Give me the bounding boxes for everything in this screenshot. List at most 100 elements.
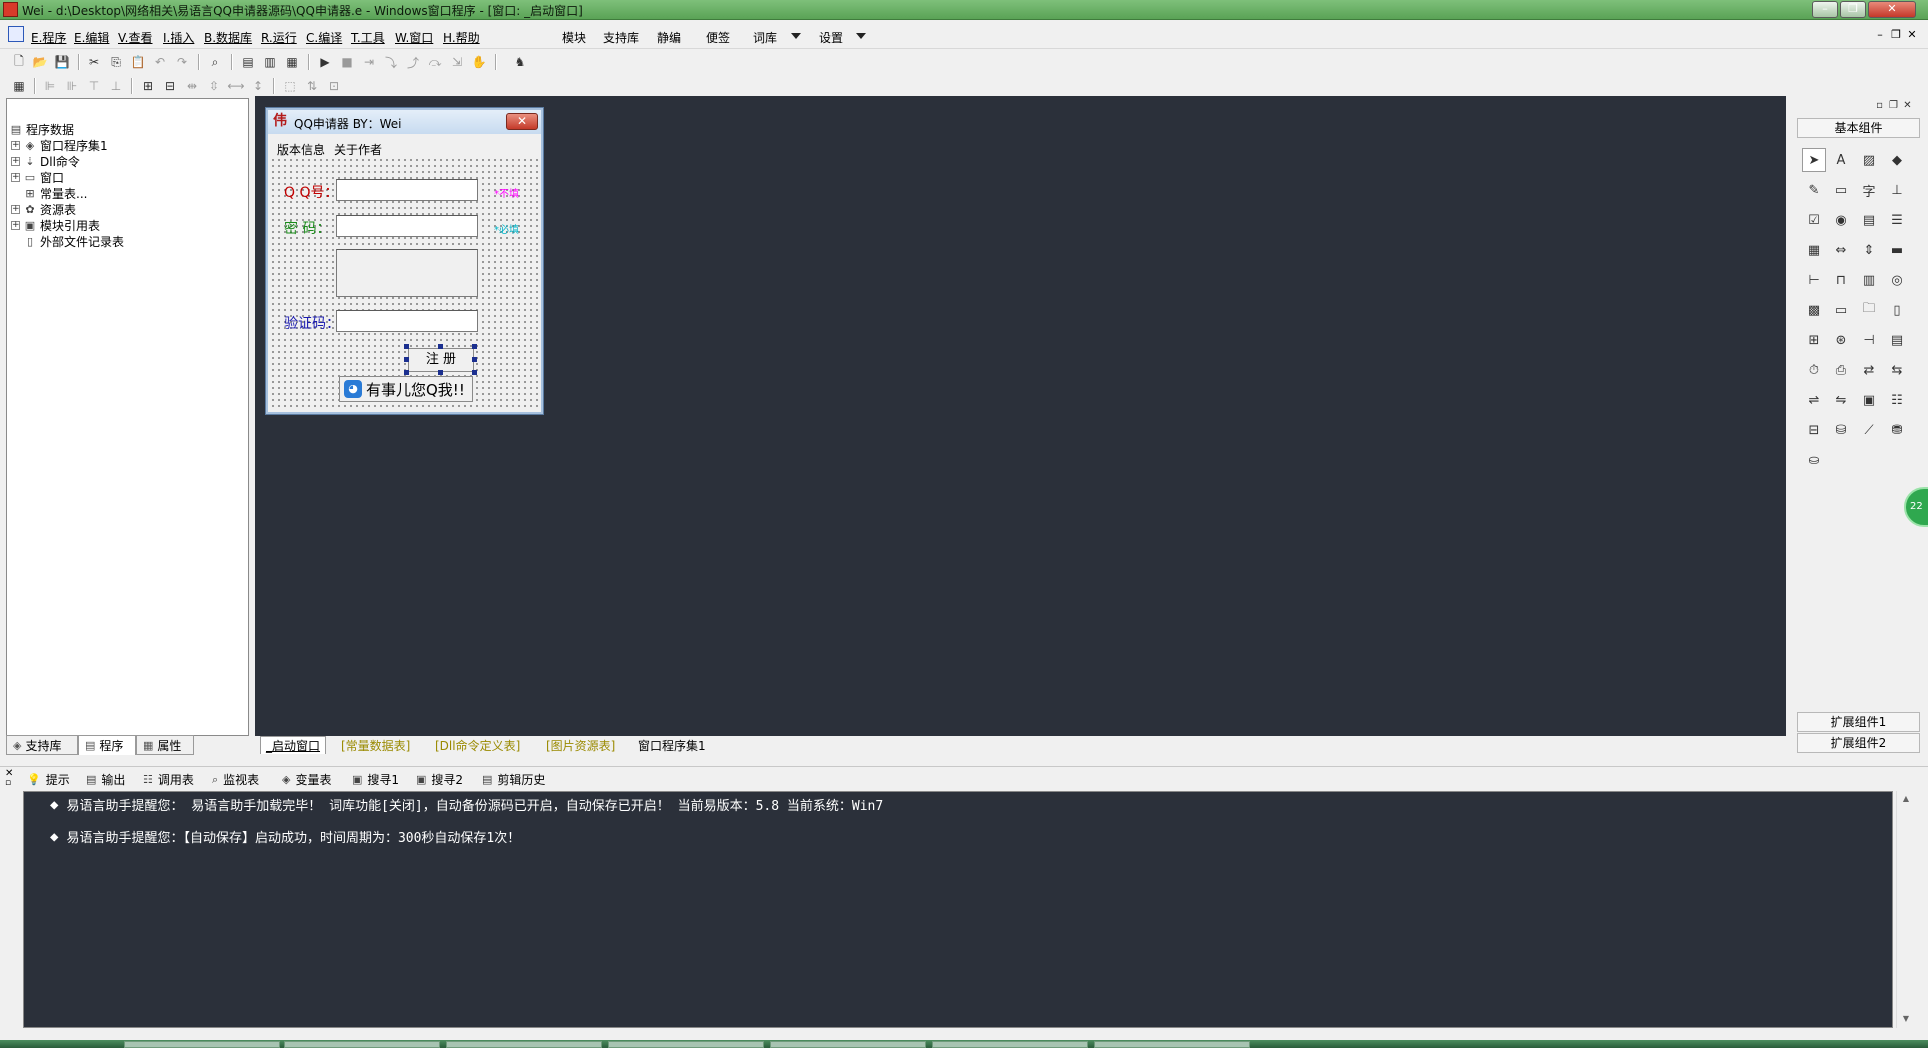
same-h-icon[interactable]: ↕ — [250, 78, 266, 94]
tab-properties[interactable]: ▦ 属性 — [136, 735, 194, 755]
tab-hint[interactable]: 💡 提示 — [27, 771, 70, 788]
grid-icon[interactable]: ▦ — [11, 78, 27, 94]
basic-components-header[interactable]: 基本组件 — [1797, 118, 1920, 138]
layout1-icon[interactable]: ▤ — [240, 54, 256, 70]
settings-dropdown-icon[interactable] — [856, 33, 866, 39]
menu-insert[interactable]: I.插入 — [163, 29, 194, 46]
timer-tool[interactable]: ◎ — [1885, 268, 1909, 292]
toolbox-close-button[interactable]: ✕ — [1902, 101, 1913, 112]
tab-search2[interactable]: ▣ 搜寻2 — [416, 771, 463, 788]
shape-tool[interactable]: ◆ — [1885, 148, 1909, 172]
lexicon-dropdown-icon[interactable] — [791, 33, 801, 39]
align-top-icon[interactable]: ⊤ — [86, 78, 102, 94]
folder-tool[interactable]: 🗀 — [1857, 298, 1881, 322]
step-into-icon[interactable]: ⤵ — [383, 54, 399, 70]
tree-item-constants[interactable]: ⊞ 常量表... — [11, 185, 87, 201]
output-pin-icon[interactable]: ▫ — [5, 778, 11, 788]
form-client-area[interactable]: Q Q号： *不填 密 码： *必填 验证码： 注 册 ◕ 有事儿您Q我!! — [270, 157, 539, 410]
toolbox-restore-button[interactable]: ❐ — [1888, 101, 1899, 112]
menu-tools[interactable]: T.工具 — [351, 29, 385, 46]
menu-static-compile[interactable]: 静编 — [657, 29, 681, 46]
taskbar-item[interactable] — [770, 1041, 926, 1048]
selection-handle[interactable] — [404, 357, 409, 362]
tree-item-modules[interactable]: + ▣ 模块引用表 — [11, 217, 100, 233]
button-tool[interactable]: ▭ — [1829, 298, 1853, 322]
selection-handle[interactable] — [404, 344, 409, 349]
menu-view[interactable]: V.查看 — [118, 29, 152, 46]
undo-icon[interactable]: ↶ — [152, 54, 168, 70]
selection-handle[interactable] — [438, 370, 443, 375]
scroll-down-icon[interactable]: ▼ — [1900, 1013, 1912, 1025]
step-icon[interactable]: ⇥ — [361, 54, 377, 70]
vscroll-tool[interactable]: ⇕ — [1857, 238, 1881, 262]
tab-search1[interactable]: ▣ 搜寻1 — [352, 771, 399, 788]
qq-input[interactable] — [336, 179, 478, 201]
combobox-tool[interactable]: ▤ — [1857, 208, 1881, 232]
step-out-icon[interactable]: ⤴ — [405, 54, 421, 70]
pointer-tool[interactable]: ➤ — [1802, 148, 1826, 172]
slider-tool[interactable]: ⊢ — [1802, 268, 1826, 292]
tab-watch[interactable]: ⌕ 监视表 — [212, 771, 259, 788]
selection-handle[interactable] — [472, 370, 477, 375]
password-input[interactable] — [336, 215, 478, 237]
selection-handle[interactable] — [472, 344, 477, 349]
tree-item-program-data[interactable]: ▤ 程序数据 — [9, 121, 74, 137]
captcha-input[interactable] — [336, 310, 478, 332]
center-h-icon[interactable]: ⊞ — [140, 78, 156, 94]
taskbar-item[interactable] — [124, 1041, 280, 1048]
data-source-tool[interactable]: ⊟ — [1802, 418, 1826, 442]
restore-button[interactable]: ❐ — [1840, 1, 1866, 18]
tab-callstack[interactable]: ☷ 调用表 — [143, 771, 194, 788]
align-left-icon[interactable]: ⊫ — [42, 78, 58, 94]
expand-icon[interactable]: + — [11, 156, 20, 166]
tree-tool[interactable]: ⊞ — [1802, 328, 1826, 352]
expand-icon[interactable]: + — [11, 172, 20, 182]
serial-tool[interactable]: ⇋ — [1829, 388, 1853, 412]
find-icon[interactable]: ⌕ — [207, 54, 223, 70]
run-icon[interactable]: ▶ — [317, 54, 333, 70]
menu-notes[interactable]: 便签 — [706, 29, 730, 46]
menu-module[interactable]: 模块 — [562, 29, 586, 46]
tab-constants[interactable]: [常量数据表] — [336, 736, 415, 754]
panel-tool[interactable]: ☷ — [1885, 388, 1909, 412]
status-bar-tool[interactable]: ▤ — [1885, 328, 1909, 352]
tab-support-lib[interactable]: ◈ 支持库 — [6, 735, 78, 755]
copy-icon[interactable]: ⎘ — [108, 54, 124, 70]
taskbar-item[interactable] — [932, 1041, 1088, 1048]
database-tool[interactable]: ⛁ — [1829, 418, 1853, 442]
center-v-icon[interactable]: ⊟ — [162, 78, 178, 94]
group-tool[interactable]: ▭ — [1829, 178, 1853, 202]
tab-tool[interactable]: ⊓ — [1829, 268, 1853, 292]
chess-icon[interactable]: ♞ — [512, 54, 528, 70]
order-icon[interactable]: ⇅ — [304, 78, 320, 94]
form-close-button[interactable]: ✕ — [506, 113, 538, 130]
same-w-icon[interactable]: ⟷ — [227, 78, 244, 94]
tree-item-resources[interactable]: + ✿ 资源表 — [11, 201, 76, 217]
network-tool[interactable]: ⊛ — [1829, 328, 1853, 352]
menu-edit[interactable]: E.编辑 — [74, 29, 109, 46]
taskbar-item[interactable] — [446, 1041, 602, 1048]
taskbar-item[interactable] — [608, 1041, 764, 1048]
menu-settings[interactable]: 设置 — [819, 29, 843, 46]
step-over-icon[interactable]: ⤼ — [427, 54, 443, 70]
chart-tool[interactable]: ⟋ — [1857, 418, 1881, 442]
form-designer-window[interactable]: 伟 QQ申请器 BY：Wei ✕ 版本信息 关于作者 Q Q号： *不填 密 码… — [266, 108, 543, 414]
tree-item-dll[interactable]: + ⇣ Dll命令 — [11, 153, 80, 169]
expand-icon[interactable]: + — [11, 220, 20, 230]
calendar-tool[interactable]: ▥ — [1857, 268, 1881, 292]
menu-database[interactable]: B.数据库 — [204, 29, 252, 46]
tree-item-window[interactable]: + ▭ 窗口 — [11, 169, 64, 185]
selection-handle[interactable] — [438, 344, 443, 349]
tab-clip-history[interactable]: ▤ 剪辑历史 — [482, 771, 545, 788]
grid-tool[interactable]: ▩ — [1802, 298, 1826, 322]
space-v-icon[interactable]: ⇳ — [206, 78, 222, 94]
stop-icon[interactable]: ■ — [339, 54, 355, 70]
layout3-icon[interactable]: ▦ — [284, 54, 300, 70]
listbox-tool[interactable]: ☰ — [1885, 208, 1909, 232]
checkbox-tool[interactable]: ☑ — [1802, 208, 1826, 232]
redo-icon[interactable]: ↷ — [174, 54, 190, 70]
menu-run[interactable]: R.运行 — [261, 29, 297, 46]
tab-assembly[interactable]: 窗口程序集1 — [633, 736, 711, 754]
hand-icon[interactable]: ✋ — [471, 54, 487, 70]
tab-variables[interactable]: ◈ 变量表 — [282, 771, 331, 788]
